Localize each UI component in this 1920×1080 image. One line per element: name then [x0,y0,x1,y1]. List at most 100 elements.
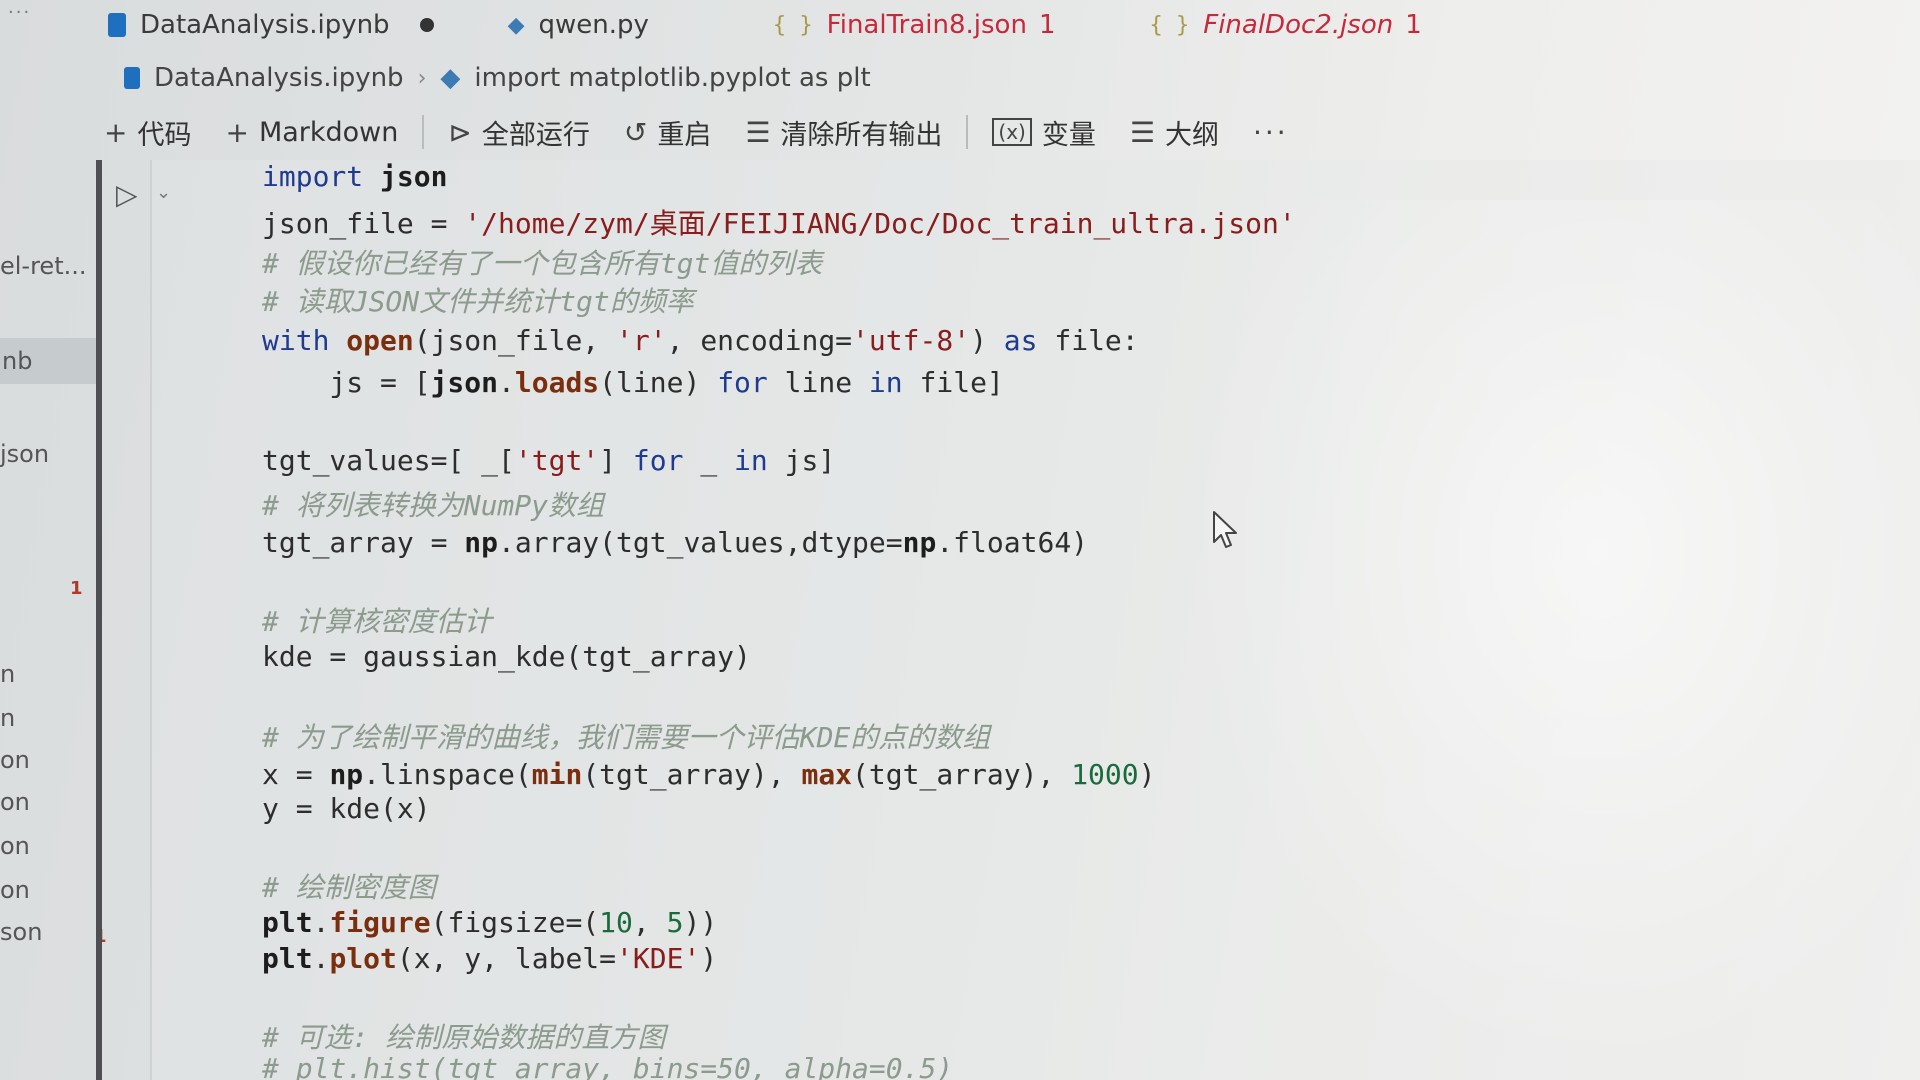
token: 'tgt' [514,444,600,477]
variables-icon: (x) [992,118,1032,146]
explorer-item-selected[interactable]: nb [0,338,100,384]
explorer-item[interactable]: el-ret... [0,252,87,280]
toolbar-divider [422,115,425,149]
token: . [498,366,515,399]
code-comment: # 为了绘制平滑的曲线，我们需要一个评估KDE的点的数组 [262,721,991,754]
explorer-item[interactable]: n [0,704,15,732]
token: )) [683,906,718,939]
token: .array(tgt_values,dtype= [498,526,903,559]
token: js] [767,444,836,477]
explorer-item[interactable]: on [0,746,30,774]
tab-finaldoc2[interactable]: { } FinalDoc2.json 1 [1141,2,1447,48]
run-cell-icon[interactable]: ▷ [116,178,138,211]
token: np [902,526,937,559]
more-icon[interactable]: ··· [8,2,31,23]
tab-label: FinalTrain8.json [826,10,1027,40]
explorer-item[interactable]: son [0,918,42,946]
token: plt [262,942,313,975]
plus-icon: + [104,115,128,149]
chevron-down-icon[interactable]: ⌄ [156,182,171,203]
token: 'KDE' [616,942,701,975]
code-line: js = [json.loads(line) for line in file] [262,366,1004,399]
notebook-icon [108,13,126,37]
token: np [464,526,499,559]
cell-focus-indicator [96,160,102,1080]
token: file] [902,366,1004,399]
add-code-label: 代码 [137,119,192,151]
variables-button[interactable]: (x) 变量 [992,113,1096,152]
outline-button[interactable]: ☰ 大纲 [1130,113,1219,152]
token: for [632,444,684,477]
token: tgt_values=[ _[ [262,444,515,477]
python-icon: ◆ [507,12,525,38]
token: np [329,758,364,791]
token: tgt_array = [262,526,465,559]
cell-gutter-divider [150,160,152,1080]
token: .linspace( [363,758,532,791]
token: figure [329,906,431,939]
token: x = [262,758,330,791]
add-markdown-label: Markdown [258,116,399,148]
token: open [329,324,414,357]
explorer-item[interactable]: n [0,660,15,688]
token: ) [970,324,1004,357]
breadcrumb-file[interactable]: DataAnalysis.ipynb [154,63,404,93]
token: max [801,758,853,791]
restart-icon: ↺ [623,115,648,149]
explorer-item[interactable]: on [0,788,30,816]
run-all-icon: ⊳ [448,115,472,149]
token: (tgt_array), [852,758,1072,791]
tab-qwen[interactable]: ◆ qwen.py [500,2,675,48]
token: (x, y, label= [396,942,617,975]
explorer-item[interactable]: json [0,440,49,468]
code-line: json_file = '/home/zym/桌面/FEIJIANG/Doc/D… [262,202,1296,242]
python-icon: ◆ [440,63,461,93]
token: plot [329,942,397,975]
editor-window: ··· DataAnalysis.ipynb ◆ qwen.py { } Fin… [0,0,1920,1080]
add-markdown-button[interactable]: + Markdown [225,116,398,149]
code-line: plt.figure(figsize=(10, 5)) [262,906,717,939]
token: plt [262,906,313,939]
token: json_file = [262,207,465,240]
token: as [1003,324,1038,357]
more-actions-icon[interactable]: ··· [1253,116,1289,149]
token: 5 [666,906,684,939]
token: .float64) [936,526,1089,559]
problem-count-badge: 1 [1405,10,1422,40]
token: in [734,444,768,477]
notebook-icon [124,67,140,89]
token: import [262,160,364,193]
code-line: import json [262,160,447,193]
explorer-item[interactable]: on [0,832,30,860]
unsaved-dot-icon[interactable] [419,18,434,32]
breadcrumb-cell[interactable]: import matplotlib.pyplot as plt [474,63,870,93]
token: . [312,906,330,939]
breadcrumb: DataAnalysis.ipynb › ◆ import matplotlib… [124,58,871,98]
restart-button[interactable]: ↺ 重启 [624,113,711,152]
tab-label: FinalDoc2.json [1203,10,1394,40]
code-comment: # plt.hist(tgt_array, bins=50, alpha=0.5… [262,1052,954,1080]
code-comment: # 可选: 绘制原始数据的直方图 [262,1021,666,1054]
tab-finaltrain8[interactable]: { } FinalTrain8.json 1 [765,2,1082,48]
token: 1000 [1071,758,1139,791]
token: (figsize=( [430,906,600,939]
outline-label: 大纲 [1164,119,1219,151]
code-comment: # 将列表转换为NumPy数组 [262,489,605,522]
explorer-item[interactable]: on [0,876,30,904]
clear-outputs-button[interactable]: ☰ 清除所有输出 [745,113,942,152]
tab-dataanalysis[interactable]: DataAnalysis.ipynb [100,2,460,48]
code-line: y = kde(x) [262,792,431,825]
json-icon: { } [1149,12,1190,38]
run-all-button[interactable]: ⊳ 全部运行 [448,113,589,152]
clear-all-icon: ☰ [745,115,771,149]
code-line: kde = gaussian_kde(tgt_array) [262,640,751,673]
code-line: with open(json_file, 'r', encoding='utf-… [262,324,1139,357]
run-all-label: 全部运行 [481,119,590,151]
problem-count-badge: 1 [70,578,83,599]
token: js = [ [262,366,431,399]
add-code-button[interactable]: + 代码 [104,113,191,152]
token: _ [683,444,735,477]
code-line: x = np.linspace(min(tgt_array), max(tgt_… [262,758,1156,791]
token: '/home/zym/桌面/FEIJIANG/Doc/Doc_train_ult… [464,207,1296,240]
token: min [531,758,583,791]
